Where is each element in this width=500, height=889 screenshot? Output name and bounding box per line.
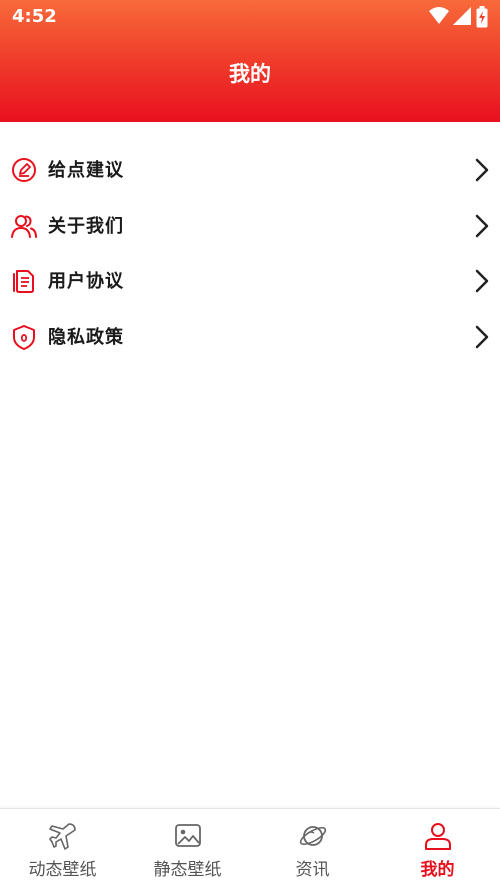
header: 4:52 我的 xyxy=(0,0,500,122)
planet-icon xyxy=(299,826,327,846)
status-time: 4:52 xyxy=(12,6,57,27)
menu-item-feedback[interactable]: 给点建议 xyxy=(0,142,500,198)
tab-label: 静态壁纸 xyxy=(153,860,222,880)
chevron-right-icon xyxy=(475,158,489,182)
menu-item-label: 用户协议 xyxy=(48,271,124,292)
screen: 4:52 我的 给点建议 关于我们 用户协议 隐私政策 动态壁纸 静态壁纸 资讯… xyxy=(0,0,500,889)
person-icon xyxy=(425,823,451,850)
settings-menu: 给点建议 关于我们 用户协议 隐私政策 xyxy=(0,142,500,364)
edit-circle-icon xyxy=(12,158,36,182)
tab-label: 资讯 xyxy=(295,860,330,880)
status-bar: 4:52 xyxy=(0,0,500,34)
plane-icon xyxy=(49,823,76,850)
shield-icon xyxy=(13,324,35,350)
menu-item-label: 给点建议 xyxy=(48,160,124,181)
menu-item-label: 关于我们 xyxy=(48,215,124,237)
image-icon xyxy=(175,824,201,847)
tab-news[interactable]: 资讯 xyxy=(250,809,375,889)
tab-label: 我的 xyxy=(420,860,455,880)
tab-mine[interactable]: 我的 xyxy=(375,809,500,889)
users-icon xyxy=(11,214,37,238)
tab-static-wallpaper[interactable]: 静态壁纸 xyxy=(125,809,250,889)
menu-item-user-agreement[interactable]: 用户协议 xyxy=(0,253,500,309)
wifi-icon xyxy=(429,7,449,24)
page-title: 我的 xyxy=(229,62,271,86)
chevron-right-icon xyxy=(475,325,489,348)
bottom-tab-bar: 动态壁纸 静态壁纸 资讯 我的 xyxy=(0,808,500,889)
menu-item-privacy-policy[interactable]: 隐私政策 xyxy=(0,309,500,365)
battery-icon xyxy=(476,6,488,28)
chevron-right-icon xyxy=(475,269,489,293)
chevron-right-icon xyxy=(475,214,489,237)
tab-label: 动态壁纸 xyxy=(28,860,97,880)
menu-item-label: 隐私政策 xyxy=(48,326,124,348)
menu-item-about[interactable]: 关于我们 xyxy=(0,198,500,254)
tab-live-wallpaper[interactable]: 动态壁纸 xyxy=(0,809,125,889)
document-icon xyxy=(13,270,34,293)
signal-icon xyxy=(453,7,471,25)
